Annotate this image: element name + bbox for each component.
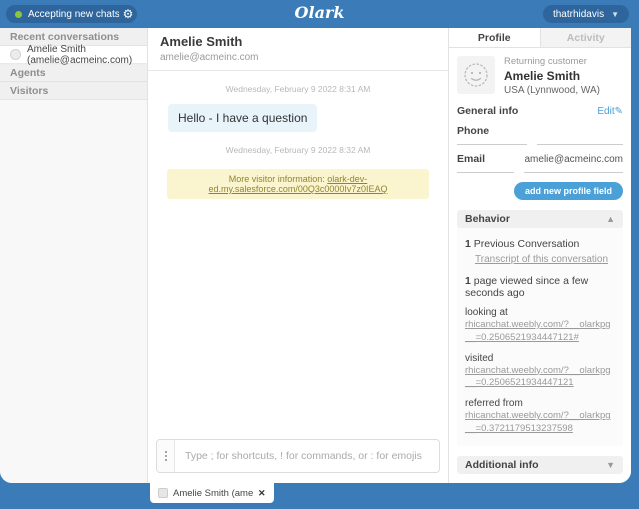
visitor-profile-panel: Profile Activity Returning customer Amel… — [448, 28, 631, 483]
olark-logo: Olark — [295, 3, 345, 22]
message-timestamp: Wednesday, February 9 2022 8:31 AM — [148, 84, 448, 94]
chat-column: Amelie Smith amelie@acmeinc.com Wednesda… — [148, 28, 448, 483]
visited-link[interactable]: rhicanchat.weebly.com/?__olarkpg__=0.250… — [465, 365, 615, 391]
visitors-label: Visitors — [10, 85, 48, 97]
visitor-message-bubble: Hello - I have a question — [168, 104, 317, 132]
profile-field-phone: Phone — [449, 123, 631, 145]
profile-tabs: Profile Activity — [449, 28, 631, 48]
customer-location: USA (Lynnwood, WA) — [504, 85, 600, 96]
status-label: Accepting new chats — [28, 9, 120, 20]
referred-from-link[interactable]: rhicanchat.weebly.com/?__olarkpg__=0.372… — [465, 410, 615, 436]
behavior-title: Behavior — [465, 213, 510, 225]
sidebar: Recent conversations Amelie Smith (ameli… — [0, 28, 148, 483]
tab-activity[interactable]: Activity — [540, 28, 632, 47]
profile-field-email: Email amelie@acmeinc.com — [449, 151, 631, 173]
phone-value-field[interactable] — [537, 123, 623, 145]
email-label: Email — [457, 151, 514, 173]
customer-card: Returning customer Amelie Smith USA (Lyn… — [449, 48, 631, 102]
chat-header: Amelie Smith amelie@acmeinc.com — [148, 28, 448, 71]
general-info-label: General info — [457, 105, 518, 117]
chat-input-box — [156, 439, 440, 473]
visitor-email: amelie@acmeinc.com — [160, 52, 436, 63]
referred-from-label: referred from — [465, 398, 615, 409]
add-profile-field-button[interactable]: add new profile field — [514, 182, 623, 200]
avatar — [10, 49, 21, 60]
phone-label: Phone — [457, 123, 527, 145]
smiley-avatar-icon — [457, 56, 495, 94]
additional-info-header[interactable]: Additional info ▼ — [457, 456, 623, 474]
chat-tab-label: Amelie Smith (amelie@acm — [173, 488, 253, 499]
sidebar-conversation-amelie[interactable]: Amelie Smith (amelie@acmeinc.com) — [0, 46, 147, 64]
conversation-label: Amelie Smith (amelie@acmeinc.com) — [27, 44, 137, 66]
recent-conversations-label: Recent conversations — [10, 31, 119, 43]
tab-profile-label: Profile — [478, 32, 511, 44]
customer-type-label: Returning customer — [504, 56, 600, 67]
transcript-link[interactable]: Transcript of this conversation — [475, 254, 615, 265]
pages-viewed-line: 1 page viewed since a few seconds ago — [465, 275, 615, 299]
looking-at-link[interactable]: rhicanchat.weebly.com/?__olarkpg__=0.250… — [465, 319, 615, 345]
status-online-dot — [15, 11, 22, 18]
customer-info: Returning customer Amelie Smith USA (Lyn… — [504, 56, 600, 96]
email-value-field[interactable]: amelie@acmeinc.com — [524, 151, 623, 173]
top-bar: Accepting new chats ⚙ Olark thatrhidavis… — [0, 0, 639, 28]
edit-pencil-icon: ✎ — [615, 106, 623, 117]
tab-activity-label: Activity — [567, 32, 605, 44]
message-timestamp: Wednesday, February 9 2022 8:32 AM — [148, 145, 448, 155]
open-chat-tab[interactable]: Amelie Smith (amelie@acm ✕ — [150, 483, 274, 503]
visited-label: visited — [465, 353, 615, 364]
message-input[interactable] — [175, 440, 439, 472]
behavior-section: Behavior ▲ 1 Previous Conversation Trans… — [457, 210, 623, 446]
general-info-header: General info Edit✎ — [449, 102, 631, 117]
behavior-section-header[interactable]: Behavior ▲ — [457, 210, 623, 228]
notice-text: More visitor information: — [229, 174, 328, 184]
visitor-name: Amelie Smith — [160, 34, 436, 49]
main-content-panel: Recent conversations Amelie Smith (ameli… — [0, 28, 631, 483]
avatar — [158, 488, 168, 498]
user-menu[interactable]: thatrhidavis ▼ — [543, 5, 629, 23]
customer-name: Amelie Smith — [504, 69, 600, 83]
tab-profile[interactable]: Profile — [449, 28, 540, 47]
username-label: thatrhidavis — [553, 9, 604, 20]
system-notice: More visitor information: olark-dev-ed.m… — [167, 169, 429, 199]
chevron-down-icon: ▼ — [606, 460, 615, 470]
gear-icon: ⚙ — [123, 7, 134, 21]
sidebar-item-agents[interactable]: Agents — [0, 64, 147, 82]
chevron-up-icon: ▲ — [606, 214, 615, 224]
sidebar-item-visitors[interactable]: Visitors — [0, 82, 147, 100]
chevron-down-icon: ▼ — [611, 10, 619, 19]
chat-status-toggle[interactable]: Accepting new chats — [6, 5, 136, 23]
edit-link[interactable]: Edit✎ — [597, 106, 623, 117]
additional-info-label: Additional info — [465, 459, 539, 471]
additional-info-section: Additional info ▼ — [457, 456, 623, 474]
looking-at-label: looking at — [465, 307, 615, 318]
close-icon[interactable]: ✕ — [258, 488, 266, 499]
agents-label: Agents — [10, 67, 46, 79]
settings-gear-button[interactable]: ⚙ — [119, 5, 137, 23]
behavior-body: 1 Previous Conversation Transcript of th… — [457, 228, 623, 446]
previous-conversation-line: 1 Previous Conversation — [465, 238, 615, 250]
input-drag-handle[interactable] — [157, 440, 175, 472]
